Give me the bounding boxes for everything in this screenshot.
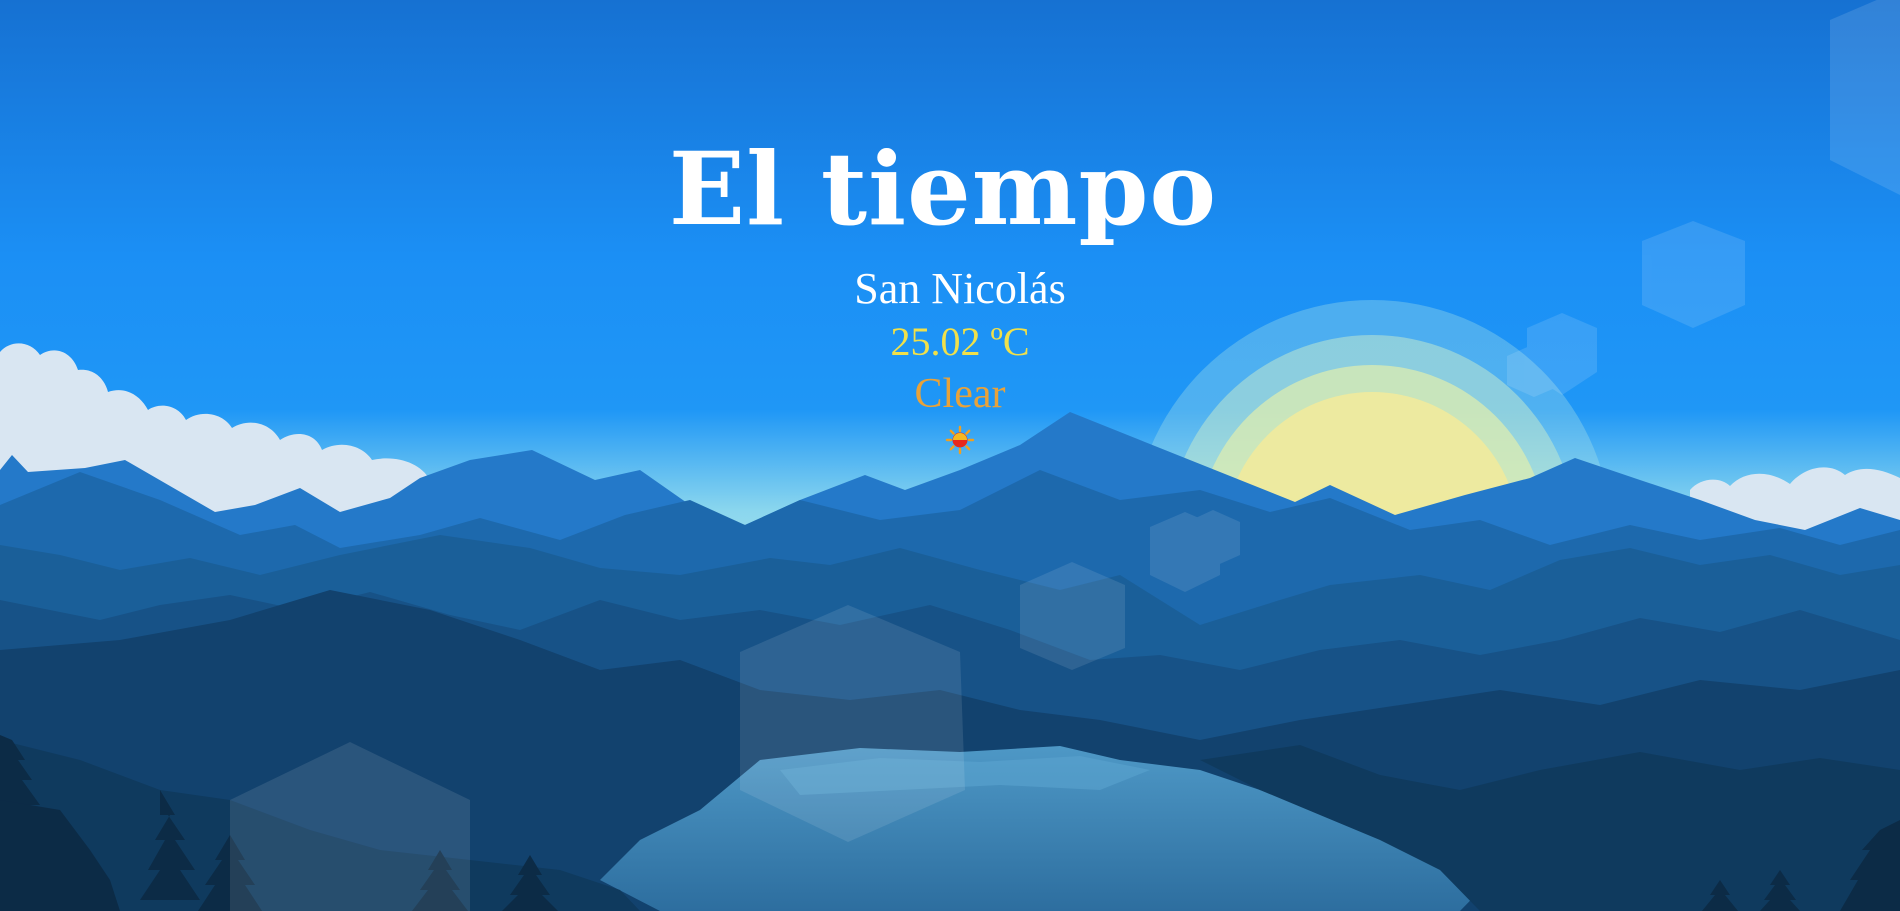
page-title: El tiempo — [668, 130, 1218, 248]
weather-panel: San Nicolás 25.02 ºC Clear — [0, 262, 1900, 459]
weather-app: El tiempo San Nicolás 25.02 ºC Clear — [0, 0, 1900, 911]
sun-icon — [945, 425, 975, 459]
temperature-value: 25.02 ºC — [890, 319, 1030, 364]
weather-condition: Clear — [914, 371, 1006, 417]
city-name: San Nicolás — [854, 264, 1066, 313]
